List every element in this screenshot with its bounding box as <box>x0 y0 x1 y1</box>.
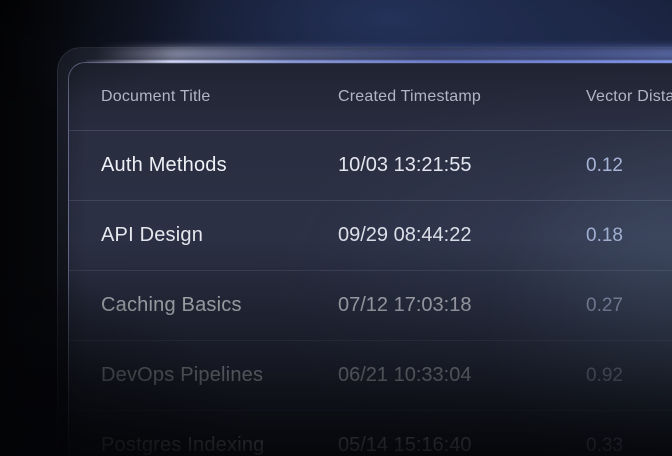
vector-distance-cell: 0.33 <box>586 435 672 456</box>
created-timestamp-cell: 09/29 08:44:22 <box>338 224 586 247</box>
column-header-vector-distance: Vector Distance <box>586 88 672 106</box>
vector-distance-cell: 0.92 <box>586 365 672 387</box>
table-row[interactable]: Caching Basics 07/12 17:03:18 0.27 <box>69 271 672 341</box>
glow-streak-bloom <box>95 47 672 61</box>
scene: Document Title Created Timestamp Vector … <box>0 0 672 456</box>
table-row[interactable]: DevOps Pipelines 06/21 10:33:04 0.92 <box>69 341 672 411</box>
document-title-cell: DevOps Pipelines <box>69 364 338 387</box>
created-timestamp-cell: 05/14 15:16:40 <box>338 434 586 456</box>
document-title-cell: Caching Basics <box>69 294 338 317</box>
document-title-cell: Auth Methods <box>69 154 338 177</box>
document-title-cell: API Design <box>69 224 338 247</box>
vector-distance-cell: 0.12 <box>586 155 672 177</box>
created-timestamp-cell: 07/12 17:03:18 <box>338 294 586 317</box>
glow-streak-core <box>86 60 672 63</box>
created-timestamp-cell: 06/21 10:33:04 <box>338 364 586 387</box>
created-timestamp-cell: 10/03 13:21:55 <box>338 154 586 177</box>
document-title-cell: Postgres Indexing <box>69 434 338 456</box>
column-header-document-title: Document Title <box>69 88 338 106</box>
documents-table-card: Document Title Created Timestamp Vector … <box>68 62 672 456</box>
vector-distance-cell: 0.18 <box>586 225 672 247</box>
column-header-created-timestamp: Created Timestamp <box>338 88 586 106</box>
table-row[interactable]: API Design 09/29 08:44:22 0.18 <box>69 201 672 271</box>
vector-distance-cell: 0.27 <box>586 295 672 317</box>
table-row[interactable]: Auth Methods 10/03 13:21:55 0.12 <box>69 131 672 201</box>
table-row[interactable]: Postgres Indexing 05/14 15:16:40 0.33 <box>69 411 672 456</box>
table-header-row: Document Title Created Timestamp Vector … <box>69 63 672 131</box>
